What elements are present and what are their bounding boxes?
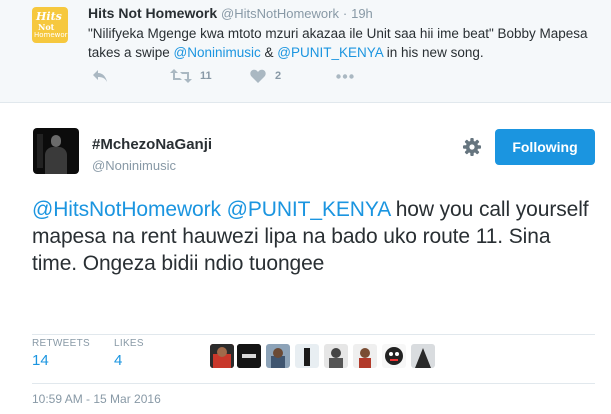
mention-link[interactable]: @PUNIT_KENYA: [277, 45, 383, 60]
avatar[interactable]: [33, 128, 79, 174]
avatar-image: [295, 344, 319, 368]
avatar-image: [324, 344, 348, 368]
avatar-detail: [37, 134, 43, 168]
separator: ·: [342, 6, 348, 21]
tweet-time[interactable]: 19h: [351, 6, 373, 21]
tweet-text: "Nilifyeka Mgenge kwa mtoto mzuri akazaa…: [88, 24, 593, 62]
avatar-image: [210, 344, 234, 368]
mention-link[interactable]: @Noninimusic: [174, 45, 261, 60]
avatar[interactable]: [382, 344, 406, 368]
following-button[interactable]: Following: [495, 129, 595, 165]
avatar-image: [266, 344, 290, 368]
retweets-value: 14: [32, 352, 49, 369]
avatar[interactable]: [295, 344, 319, 368]
avatar-image: [237, 344, 261, 368]
settings-button[interactable]: [462, 137, 482, 157]
author-name[interactable]: #MchezoNaGanji: [92, 136, 212, 153]
tweet-header: Hits Not Homework @HitsNotHomework · 19h: [88, 5, 373, 21]
heart-icon: [250, 69, 266, 83]
parent-tweet[interactable]: Hits Not Homework Hits Not Homework @Hit…: [0, 0, 611, 103]
avatar[interactable]: [266, 344, 290, 368]
tweet-text-part: &: [260, 45, 278, 60]
tweet-text-part: in his new song.: [383, 45, 484, 60]
avatar-logo-text: Homework: [34, 31, 68, 39]
author-handle[interactable]: @HitsNotHomework: [221, 6, 339, 21]
avatar-image: [382, 344, 406, 368]
retweet-button[interactable]: 11: [170, 69, 212, 85]
more-icon: [336, 74, 354, 79]
likes-label: LIKES: [114, 338, 144, 349]
retweet-count: 11: [200, 70, 212, 82]
retweet-icon: [170, 69, 192, 83]
like-count: 2: [275, 70, 282, 82]
tweet-timestamp[interactable]: 10:59 AM - 15 Mar 2016: [32, 392, 161, 406]
mention-link[interactable]: @HitsNotHomework: [32, 198, 221, 221]
likes-value: 4: [114, 352, 123, 369]
like-button[interactable]: 2: [250, 69, 281, 85]
divider: [32, 334, 595, 335]
avatar[interactable]: Hits Not Homework: [32, 7, 68, 43]
avatar[interactable]: [210, 344, 234, 368]
avatar[interactable]: [411, 344, 435, 368]
retweets-label: RETWEETS: [32, 338, 90, 349]
gear-icon: [463, 138, 481, 156]
retweets-stat[interactable]: RETWEETS 14: [32, 338, 90, 369]
likes-stat[interactable]: LIKES 4: [114, 338, 144, 369]
avatar-image: [353, 344, 377, 368]
more-button[interactable]: [336, 74, 354, 90]
avatar[interactable]: [324, 344, 348, 368]
tweet-text: @HitsNotHomework @PUNIT_KENYA how you ca…: [32, 196, 592, 277]
mention-link[interactable]: @PUNIT_KENYA: [227, 198, 390, 221]
reply-button[interactable]: [92, 69, 108, 85]
author-name[interactable]: Hits Not Homework: [88, 5, 217, 21]
avatar[interactable]: [237, 344, 261, 368]
avatar-detail: [51, 135, 61, 147]
author-handle[interactable]: @Noninimusic: [92, 158, 176, 173]
divider: [32, 383, 595, 384]
reply-icon: [93, 70, 107, 82]
avatar-image: [411, 344, 435, 368]
avatar[interactable]: [353, 344, 377, 368]
avatar-detail: [45, 147, 67, 174]
